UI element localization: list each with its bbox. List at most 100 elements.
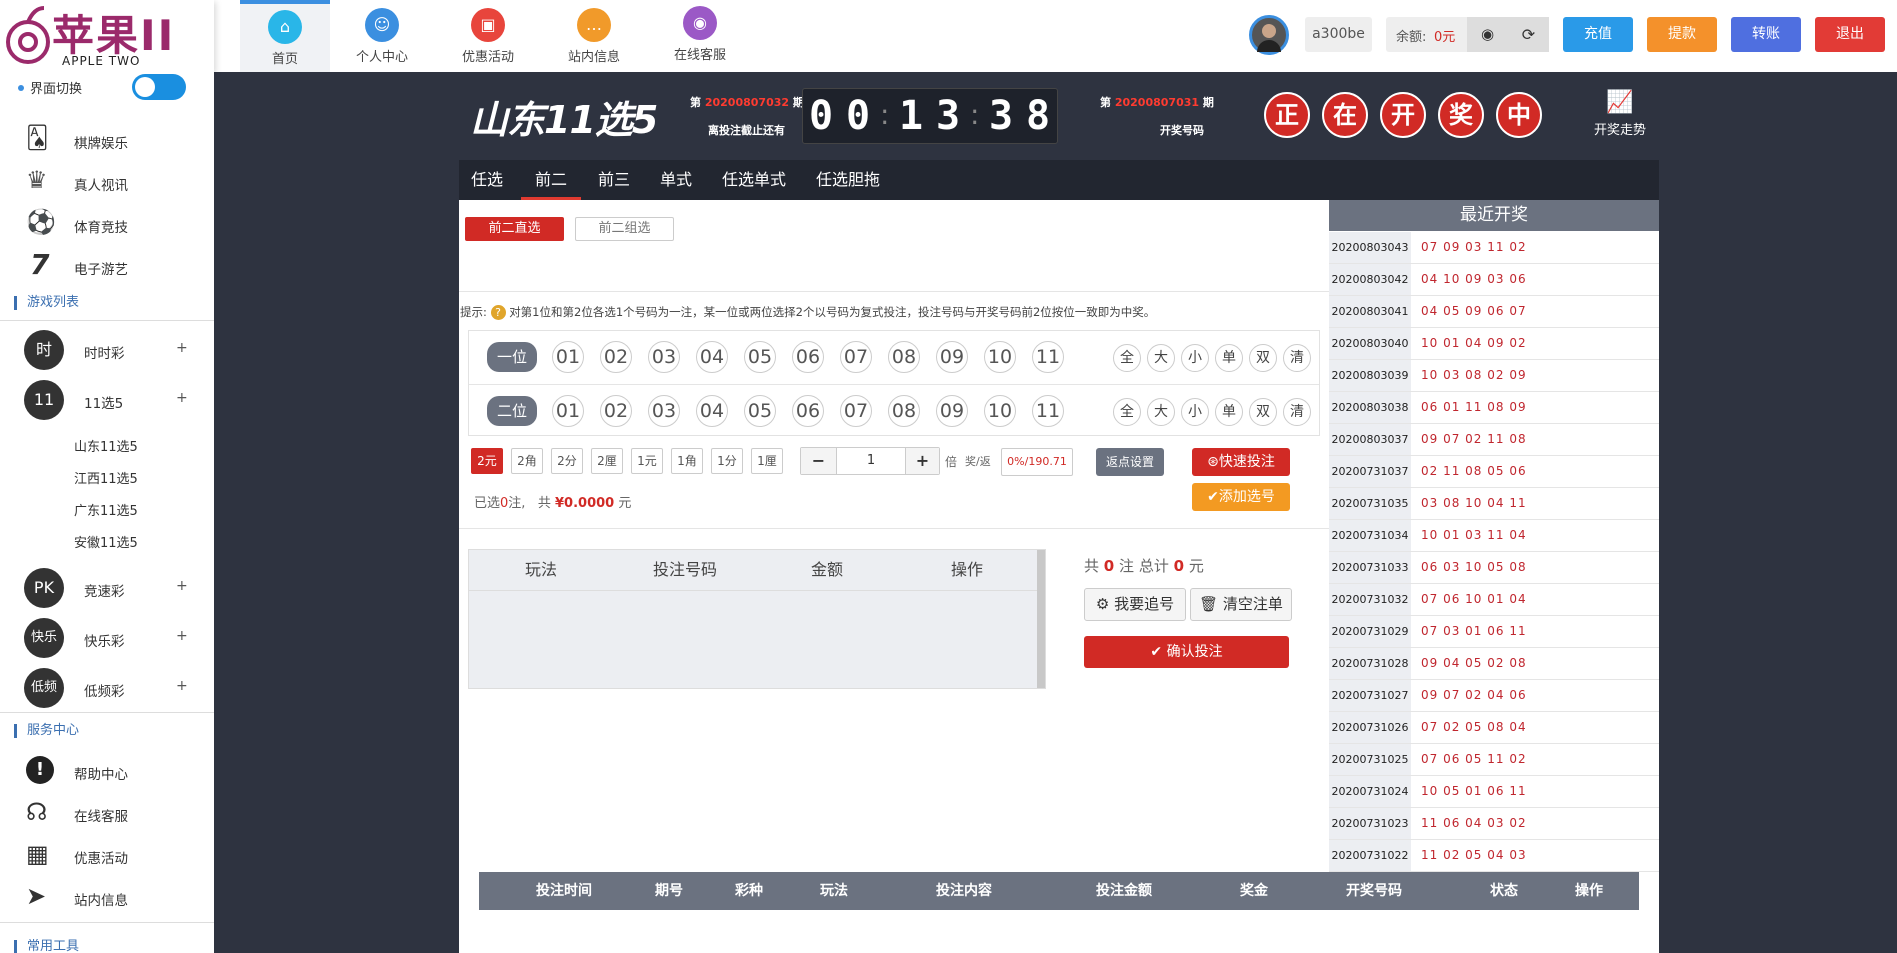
number-ball[interactable]: 05 (744, 395, 776, 427)
quick-even-button[interactable]: 双 (1249, 398, 1277, 426)
quick-bet-button[interactable]: ⊛快速投注 (1192, 448, 1290, 476)
clear-cart-button[interactable]: 🗑 清空注单 (1190, 588, 1292, 621)
quick-clear-button[interactable]: 清 (1283, 344, 1311, 372)
quick-clear-button[interactable]: 清 (1283, 398, 1311, 426)
nav-support[interactable]: ◉ 在线客服 (655, 0, 745, 72)
recent-numbers: 07 06 10 01 04 (1421, 592, 1527, 606)
number-ball[interactable]: 07 (840, 395, 872, 427)
unit-button[interactable]: 2厘 (591, 448, 623, 474)
tab-front2[interactable]: 前二 (521, 160, 581, 200)
unit-button[interactable]: 1角 (671, 448, 703, 474)
trend-button[interactable]: 📈 开奖走势 (1590, 90, 1650, 138)
odds-label: 奖/返 (965, 455, 991, 468)
sidebar-item-ssc[interactable]: 时时彩 + (0, 330, 214, 370)
minus-icon[interactable]: − (801, 448, 837, 474)
nav-home[interactable]: ⌂ 首页 (240, 0, 330, 72)
chase-button[interactable]: ⚙ 我要追号 (1084, 588, 1186, 621)
nav-messages[interactable]: … 站内信息 (549, 0, 639, 72)
sidebar-item-chess[interactable]: 🂡 棋牌娱乐 (0, 124, 214, 156)
quick-small-button[interactable]: 小 (1181, 398, 1209, 426)
number-ball[interactable]: 01 (552, 341, 584, 373)
quick-odd-button[interactable]: 单 (1215, 398, 1243, 426)
number-ball[interactable]: 07 (840, 341, 872, 373)
withdraw-button[interactable]: 提款 (1647, 17, 1717, 52)
number-ball[interactable]: 08 (888, 395, 920, 427)
sidebar-item-happy[interactable]: 快乐彩 + (0, 618, 214, 658)
divider (459, 291, 1329, 292)
tab-any-single[interactable]: 任选单式 (713, 160, 795, 200)
number-ball[interactable]: 06 (792, 395, 824, 427)
tab-single[interactable]: 单式 (651, 160, 701, 200)
current-issue-line: 第 20200807032 期 (690, 94, 804, 110)
quick-all-button[interactable]: 全 (1113, 344, 1141, 372)
unit-button[interactable]: 1厘 (751, 448, 783, 474)
number-ball[interactable]: 09 (936, 341, 968, 373)
ui-switch-toggle[interactable] (132, 74, 186, 100)
quick-all-button[interactable]: 全 (1113, 398, 1141, 426)
odds-select[interactable]: 0%/190.71 (1001, 448, 1073, 476)
quick-big-button[interactable]: 大 (1147, 344, 1175, 372)
sidebar-item-live[interactable]: ♛ 真人视讯 (0, 166, 214, 198)
number-ball[interactable]: 02 (600, 341, 632, 373)
sub-game-guangdong[interactable]: 广东11选5 (74, 500, 138, 519)
logo[interactable]: 苹果II APPLE TWO (0, 0, 214, 72)
recharge-button[interactable]: 充值 (1563, 17, 1633, 52)
sidebar-item-sports[interactable]: ⚽ 体育竞技 (0, 208, 214, 240)
number-ball[interactable]: 04 (696, 395, 728, 427)
quick-small-button[interactable]: 小 (1181, 344, 1209, 372)
unit-button[interactable]: 2角 (511, 448, 543, 474)
sub-game-anhui[interactable]: 安徽11选5 (74, 532, 138, 551)
subtab-group[interactable]: 前二组选 (575, 217, 674, 241)
sidebar-item-racing[interactable]: 竞速彩 + (0, 568, 214, 608)
sidebar-item-label: 低频彩 (84, 684, 125, 700)
tab-any-dantuo[interactable]: 任选胆拖 (807, 160, 889, 200)
number-ball[interactable]: 01 (552, 395, 584, 427)
scrollbar[interactable] (1037, 550, 1045, 688)
sidebar-item-11x5[interactable]: 11选5 + (0, 380, 214, 420)
refresh-icon[interactable]: ⟳ (1508, 17, 1549, 52)
sub-game-shandong[interactable]: 山东11选5 (74, 436, 138, 455)
number-ball[interactable]: 08 (888, 341, 920, 373)
number-ball[interactable]: 09 (936, 395, 968, 427)
tab-front3[interactable]: 前三 (589, 160, 639, 200)
sidebar-item-promo[interactable]: ▦ 优惠活动 (0, 840, 214, 872)
number-ball[interactable]: 11 (1032, 395, 1064, 427)
nav-promotions[interactable]: ▣ 优惠活动 (443, 0, 533, 72)
unit-button[interactable]: 1分 (711, 448, 743, 474)
sidebar-item-lowfreq[interactable]: 低频彩 + (0, 668, 214, 708)
eye-icon[interactable]: ◉ (1467, 17, 1508, 52)
sidebar-item-messages[interactable]: ➤ 站内信息 (0, 882, 214, 914)
transfer-button[interactable]: 转账 (1731, 17, 1801, 52)
number-ball[interactable]: 02 (600, 395, 632, 427)
quick-odd-button[interactable]: 单 (1215, 344, 1243, 372)
subtab-direct[interactable]: 前二直选 (465, 217, 564, 241)
number-ball[interactable]: 06 (792, 341, 824, 373)
unit-button[interactable]: 1元 (631, 448, 663, 474)
number-ball[interactable]: 11 (1032, 341, 1064, 373)
plus-icon[interactable]: + (905, 448, 939, 474)
quick-big-button[interactable]: 大 (1147, 398, 1175, 426)
add-number-button[interactable]: ✔添加选号 (1192, 483, 1290, 511)
rebate-settings-button[interactable]: 返点设置 (1096, 448, 1164, 476)
unit-button[interactable]: 2元 (471, 448, 503, 474)
sidebar-item-help[interactable]: ! 帮助中心 (0, 756, 214, 788)
number-ball[interactable]: 03 (648, 341, 680, 373)
unit-button[interactable]: 2分 (551, 448, 583, 474)
number-ball[interactable]: 10 (984, 395, 1016, 427)
recent-row: 20200731037 02 11 08 05 06 (1329, 456, 1659, 488)
number-ball[interactable]: 05 (744, 341, 776, 373)
confirm-bet-button[interactable]: ✔ 确认投注 (1084, 636, 1289, 668)
multiplier-input[interactable]: 1 (837, 448, 905, 474)
tab-any[interactable]: 任选 (465, 160, 509, 200)
quick-even-button[interactable]: 双 (1249, 344, 1277, 372)
number-ball[interactable]: 03 (648, 395, 680, 427)
sub-game-jiangxi[interactable]: 江西11选5 (74, 468, 138, 487)
sidebar-item-slots[interactable]: 7 电子游艺 (0, 248, 214, 282)
number-ball[interactable]: 10 (984, 341, 1016, 373)
number-ball[interactable]: 04 (696, 341, 728, 373)
play-tabs: 任选 前二 前三 单式 任选单式 任选胆拖 (459, 160, 1659, 200)
sidebar-item-support[interactable]: ☊ 在线客服 (0, 798, 214, 830)
nav-user-center[interactable]: ☺ 个人中心 (337, 0, 427, 72)
avatar[interactable] (1249, 15, 1289, 55)
logout-button[interactable]: 退出 (1815, 17, 1885, 52)
